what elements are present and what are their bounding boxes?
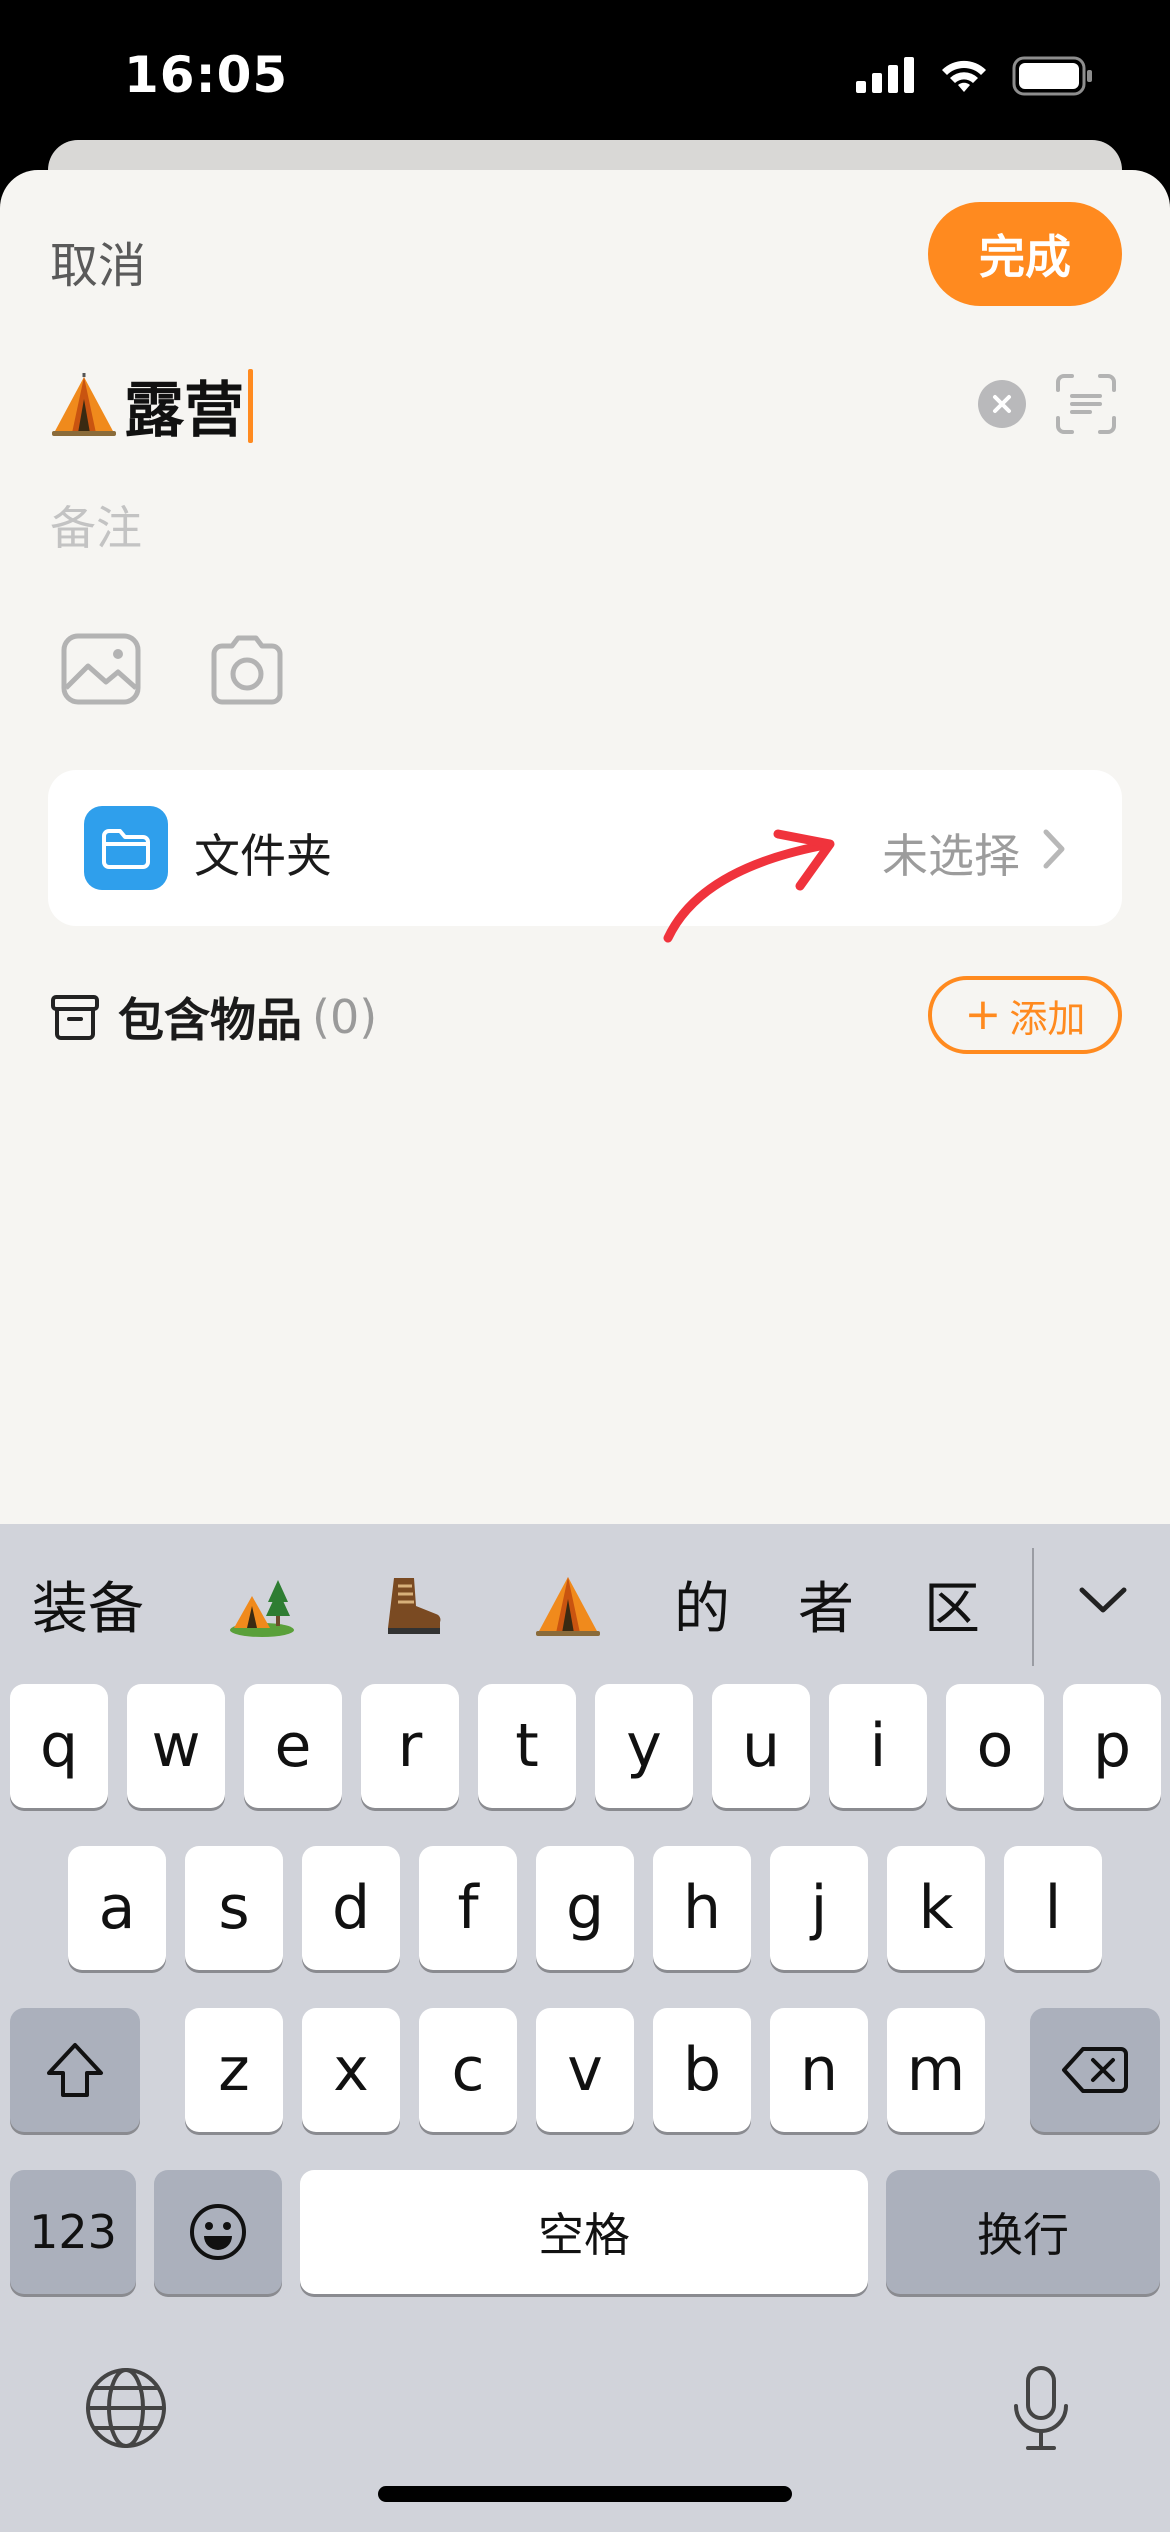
status-time: 16:05 xyxy=(124,46,289,104)
home-indicator[interactable] xyxy=(378,2486,792,2502)
done-button[interactable]: 完成 xyxy=(928,202,1122,306)
clear-text-button[interactable] xyxy=(978,380,1026,428)
key-a[interactable]: a xyxy=(68,1846,166,1970)
key-m[interactable]: m xyxy=(887,2008,985,2132)
photo-library-icon[interactable] xyxy=(60,632,142,708)
cancel-button[interactable]: 取消 xyxy=(50,226,146,296)
key-c[interactable]: c xyxy=(419,2008,517,2132)
key-h[interactable]: h xyxy=(653,1846,751,1970)
key-l[interactable]: l xyxy=(1004,1846,1102,1970)
key-r[interactable]: r xyxy=(361,1684,459,1808)
delete-key[interactable] xyxy=(1030,2008,1160,2132)
camera-icon[interactable] xyxy=(206,632,288,708)
items-count: (0) xyxy=(312,990,378,1044)
battery-icon xyxy=(1012,56,1092,96)
folder-icon xyxy=(84,806,168,890)
items-label: 包含物品 xyxy=(118,993,302,1047)
key-i[interactable]: i xyxy=(829,1684,927,1808)
chevron-down-icon[interactable] xyxy=(1076,1582,1130,1618)
media-row xyxy=(60,632,288,708)
shift-icon xyxy=(47,2043,103,2097)
archive-box-icon xyxy=(51,995,99,1040)
key-o[interactable]: o xyxy=(946,1684,1044,1808)
key-w[interactable]: w xyxy=(127,1684,225,1808)
text-cursor xyxy=(248,368,253,443)
cellular-signal-icon xyxy=(856,57,914,93)
emoji-icon xyxy=(190,2204,246,2260)
folder-label: 文件夹 xyxy=(194,829,332,883)
items-section-header: 包含物品 (0) xyxy=(50,984,377,1050)
key-x[interactable]: x xyxy=(302,2008,400,2132)
candidate-divider xyxy=(1032,1548,1034,1666)
key-q[interactable]: q xyxy=(10,1684,108,1808)
key-n[interactable]: n xyxy=(770,2008,868,2132)
key-v[interactable]: v xyxy=(536,2008,634,2132)
folder-value: 未选择 xyxy=(882,829,1020,883)
keyboard: 装备 的 者 区 q w e r t y u i o p a s d f g h… xyxy=(0,1524,1170,2532)
tent-emoji-icon xyxy=(52,372,116,436)
candidate-bar: 装备 的 者 区 xyxy=(0,1524,1170,1684)
candidate-word[interactable]: 装备 xyxy=(32,1564,144,1645)
annotation-arrow-icon xyxy=(663,829,835,943)
candidate-word[interactable]: 者 xyxy=(798,1564,854,1645)
return-key[interactable]: 换行 xyxy=(886,2170,1160,2294)
tent-emoji-icon[interactable] xyxy=(534,1572,602,1640)
folder-selector[interactable]: 文件夹 未选择 xyxy=(48,770,1122,926)
key-p[interactable]: p xyxy=(1063,1684,1161,1808)
key-d[interactable]: d xyxy=(302,1846,400,1970)
key-k[interactable]: k xyxy=(887,1846,985,1970)
note-input[interactable]: 备注 xyxy=(50,492,142,558)
key-g[interactable]: g xyxy=(536,1846,634,1970)
title-input[interactable]: 露营 xyxy=(50,362,253,449)
key-u[interactable]: u xyxy=(712,1684,810,1808)
add-item-button[interactable]: + 添加 xyxy=(928,976,1122,1054)
space-key[interactable]: 空格 xyxy=(300,2170,868,2294)
key-z[interactable]: z xyxy=(185,2008,283,2132)
candidate-word[interactable]: 的 xyxy=(674,1564,730,1645)
numbers-key[interactable]: 123 xyxy=(10,2170,136,2294)
status-icons xyxy=(856,56,1094,96)
candidate-word[interactable]: 区 xyxy=(924,1564,980,1645)
chevron-right-icon xyxy=(1043,829,1065,869)
hiking-boot-emoji-icon[interactable] xyxy=(378,1572,446,1640)
plus-icon: + xyxy=(964,989,1002,1040)
backspace-icon xyxy=(1062,2047,1128,2093)
key-t[interactable]: t xyxy=(478,1684,576,1808)
key-j[interactable]: j xyxy=(770,1846,868,1970)
emoji-key[interactable] xyxy=(154,2170,282,2294)
key-b[interactable]: b xyxy=(653,2008,751,2132)
microphone-icon[interactable] xyxy=(1006,2364,1076,2454)
key-e[interactable]: e xyxy=(244,1684,342,1808)
key-y[interactable]: y xyxy=(595,1684,693,1808)
add-label: 添加 xyxy=(1009,996,1086,1041)
globe-icon[interactable] xyxy=(84,2366,168,2450)
key-f[interactable]: f xyxy=(419,1846,517,1970)
close-icon xyxy=(993,395,1011,413)
shift-key[interactable] xyxy=(10,2008,140,2132)
camping-emoji-icon[interactable] xyxy=(228,1572,296,1640)
wifi-icon xyxy=(942,60,986,92)
key-s[interactable]: s xyxy=(185,1846,283,1970)
scan-text-icon[interactable] xyxy=(1054,372,1118,436)
title-text: 露营 xyxy=(124,376,244,446)
